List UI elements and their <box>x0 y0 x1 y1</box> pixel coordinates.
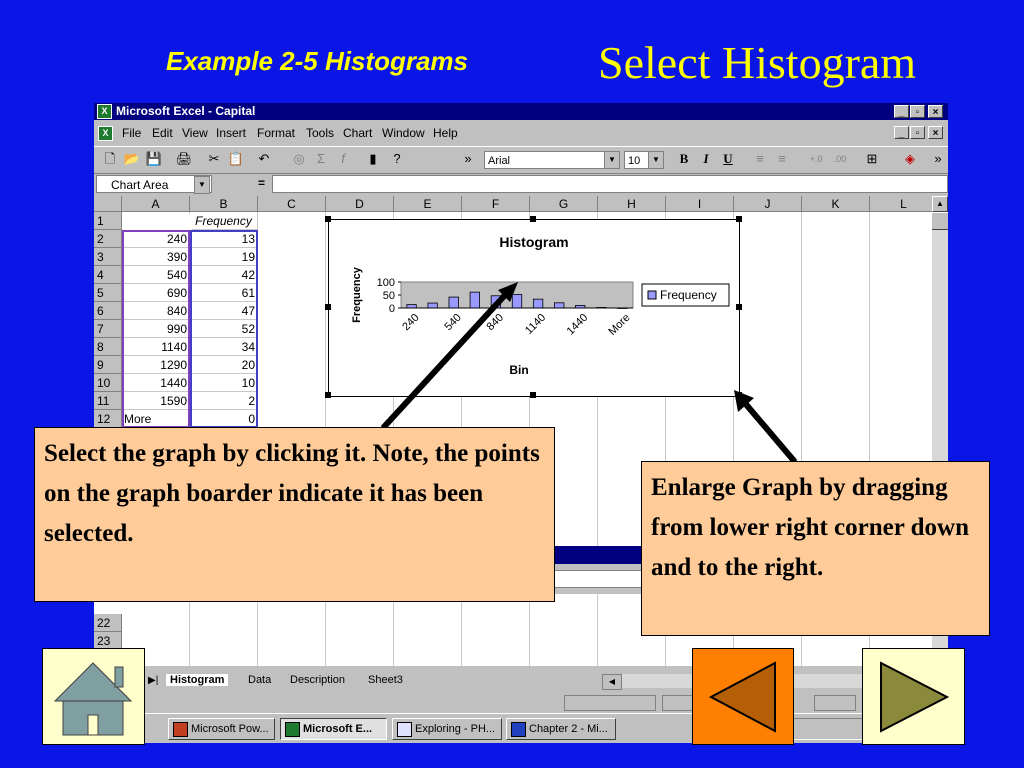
arrow-to-chart-line <box>380 291 509 431</box>
home-icon <box>53 662 133 736</box>
back-arrow-icon <box>708 661 776 733</box>
forward-button[interactable] <box>862 648 965 745</box>
arrow-to-corner-line <box>741 400 798 464</box>
note-select-graph: Select the graph by clicking it. Note, t… <box>34 427 555 602</box>
home-button[interactable] <box>42 648 145 745</box>
forward-arrow-icon <box>880 661 950 733</box>
back-button[interactable] <box>692 648 794 745</box>
note-enlarge-graph: Enlarge Graph by dragging from lower rig… <box>641 461 990 636</box>
